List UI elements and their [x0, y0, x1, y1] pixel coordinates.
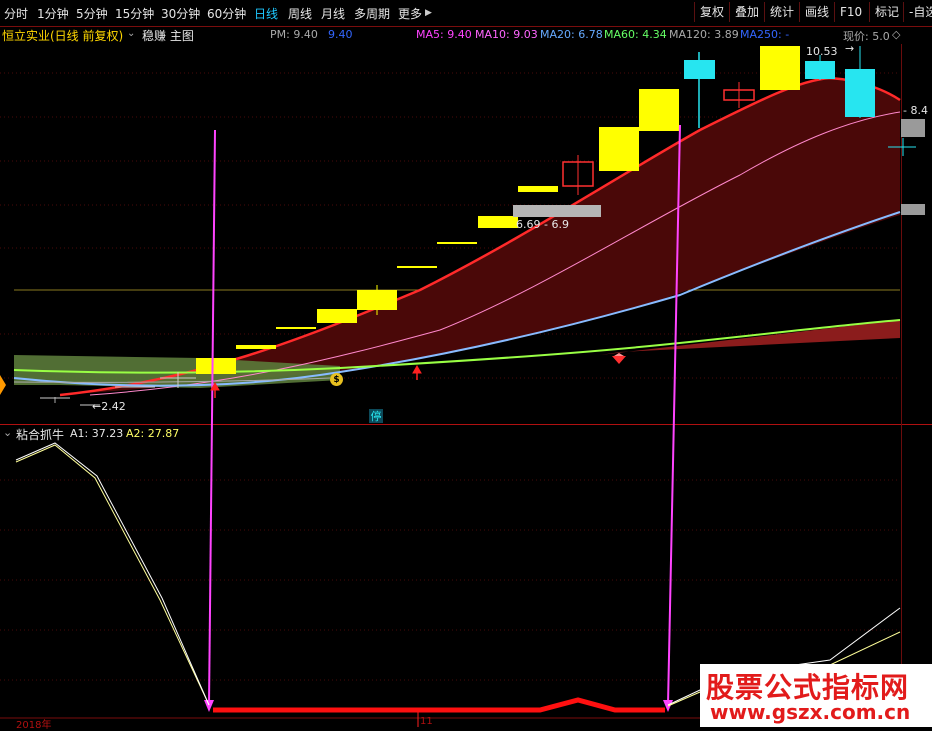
ma20-label: MA20: 6.78 — [540, 28, 603, 41]
low-price-label: ←2.42 — [92, 400, 126, 413]
candle-up — [196, 358, 236, 374]
left-scroll-indicator — [0, 375, 6, 395]
candle-up — [397, 266, 437, 268]
pm-label: PM: 9.40 — [270, 28, 318, 41]
indicator-mode-label[interactable]: 稳赚 主图 — [142, 27, 194, 44]
high-price-label: 10.53 — [806, 45, 838, 58]
coin-icon: $ — [330, 373, 343, 386]
watermark-url: www.gszx.com.cn — [710, 700, 911, 724]
ma-band — [60, 78, 900, 395]
stock-title: 恒立实业(日线 前复权) — [2, 29, 124, 43]
watermark-logo: 股票公式指标网 www.gszx.com.cn — [700, 664, 932, 727]
mode-dropdown-icon[interactable]: ⌄ — [127, 28, 135, 39]
right-level-label: - 8.4 — [903, 104, 928, 117]
high-arrow-icon: → — [845, 42, 855, 55]
candle-up — [317, 309, 357, 323]
indicator-a1-value: A1: 37.23 — [70, 427, 124, 440]
right-level-value: 8.4 — [910, 104, 928, 117]
signal-arrow-1 — [208, 129, 216, 706]
candle-up — [276, 327, 316, 329]
range-box — [513, 205, 601, 217]
pm-value: 9.40 — [328, 28, 353, 41]
candle-up — [437, 242, 477, 244]
axis-year-label: 2018年 — [16, 720, 52, 731]
indicator-a2-value: A2: 27.87 — [126, 427, 180, 440]
indicator-a2-line — [15, 442, 210, 706]
indicator-name[interactable]: 粘合抓牛 — [16, 426, 64, 443]
ma120-label: MA120: 3.89 — [669, 28, 739, 41]
candle-cyan — [684, 60, 715, 79]
diamond-marker — [612, 356, 626, 364]
indicator-a1-line — [15, 444, 210, 706]
ma60-label: MA60: 4.34 — [604, 28, 667, 41]
candle-up — [236, 345, 276, 349]
ma10-label: MA10: 9.03 — [475, 28, 538, 41]
candle-cyan — [845, 69, 875, 117]
settings-diamond-icon[interactable]: ◇ — [892, 28, 900, 41]
kline-chart — [0, 44, 932, 727]
candle-up — [760, 46, 800, 90]
low-price-value: 2.42 — [101, 400, 126, 413]
indicator-dropdown-icon[interactable]: ⌄ — [3, 426, 12, 439]
ma5-label: MA5: 9.40 — [416, 28, 472, 41]
candle-up — [357, 290, 397, 310]
candle-up — [639, 89, 679, 131]
candle-up — [599, 127, 639, 171]
right-low-box — [901, 204, 925, 215]
candle-cyan — [805, 61, 835, 79]
limit-up-badge: 停 — [369, 409, 383, 423]
axis-month-label: 11 — [420, 716, 433, 727]
candle-up — [518, 186, 558, 192]
right-price-box — [901, 119, 925, 137]
ma250-label: MA250: - — [740, 28, 790, 41]
candle-up — [478, 216, 518, 228]
indicator-red-bar — [213, 697, 665, 713]
range-label: 6.69 - 6.9 — [516, 218, 569, 231]
